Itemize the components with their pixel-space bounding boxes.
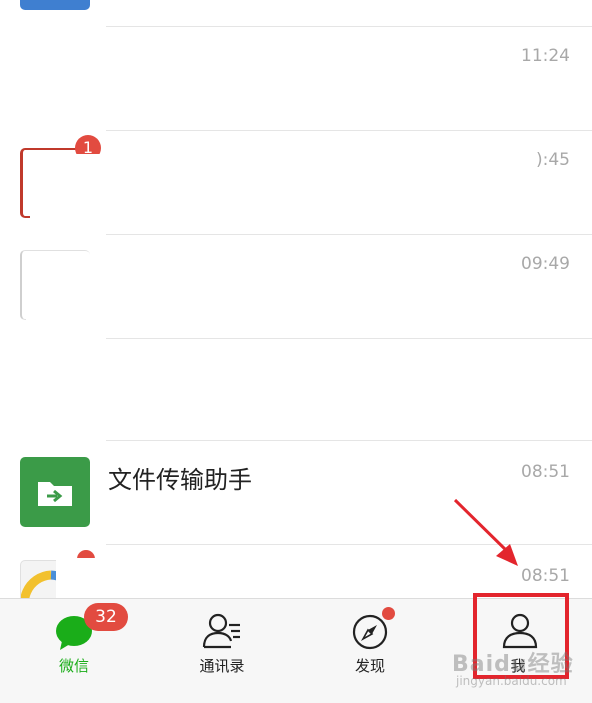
privacy-mask <box>56 558 216 598</box>
chat-row[interactable] <box>0 338 592 442</box>
privacy-mask <box>30 154 110 224</box>
row-divider <box>106 338 592 339</box>
row-divider <box>106 26 592 27</box>
tab-discover[interactable]: 发现 <box>296 599 444 703</box>
annotation-arrow <box>453 498 518 566</box>
chat-avatar <box>20 0 90 10</box>
chat-row[interactable]: 1 ):45 <box>0 130 592 234</box>
tab-label: 微信 <box>58 657 89 675</box>
chat-time: 09:49 <box>521 254 570 274</box>
row-divider <box>106 130 592 131</box>
tab-contacts[interactable]: 通讯录 <box>148 599 296 703</box>
privacy-mask <box>26 256 110 326</box>
tab-label: 通讯录 <box>199 657 245 675</box>
row-divider <box>106 234 592 235</box>
chat-row[interactable]: 11:24 <box>0 26 592 130</box>
folder-transfer-icon <box>38 482 72 506</box>
chat-time: 11:24 <box>521 46 570 66</box>
chat-row[interactable] <box>0 0 592 26</box>
chat-name: 文件传输助手 <box>108 466 252 494</box>
chat-time: 08:51 <box>521 462 570 482</box>
chat-time: ):45 <box>536 150 570 170</box>
tab-chats[interactable]: 32 微信 <box>0 599 148 703</box>
chat-row[interactable]: 09:49 <box>0 234 592 338</box>
contacts-icon <box>202 613 240 649</box>
tab-label: 发现 <box>354 657 385 675</box>
new-content-dot <box>382 607 395 620</box>
unread-count-badge: 32 <box>84 603 128 631</box>
row-divider <box>106 440 592 441</box>
baidu-watermark-url: jingyan.baidu.com <box>456 674 567 688</box>
file-helper-avatar <box>20 457 90 527</box>
